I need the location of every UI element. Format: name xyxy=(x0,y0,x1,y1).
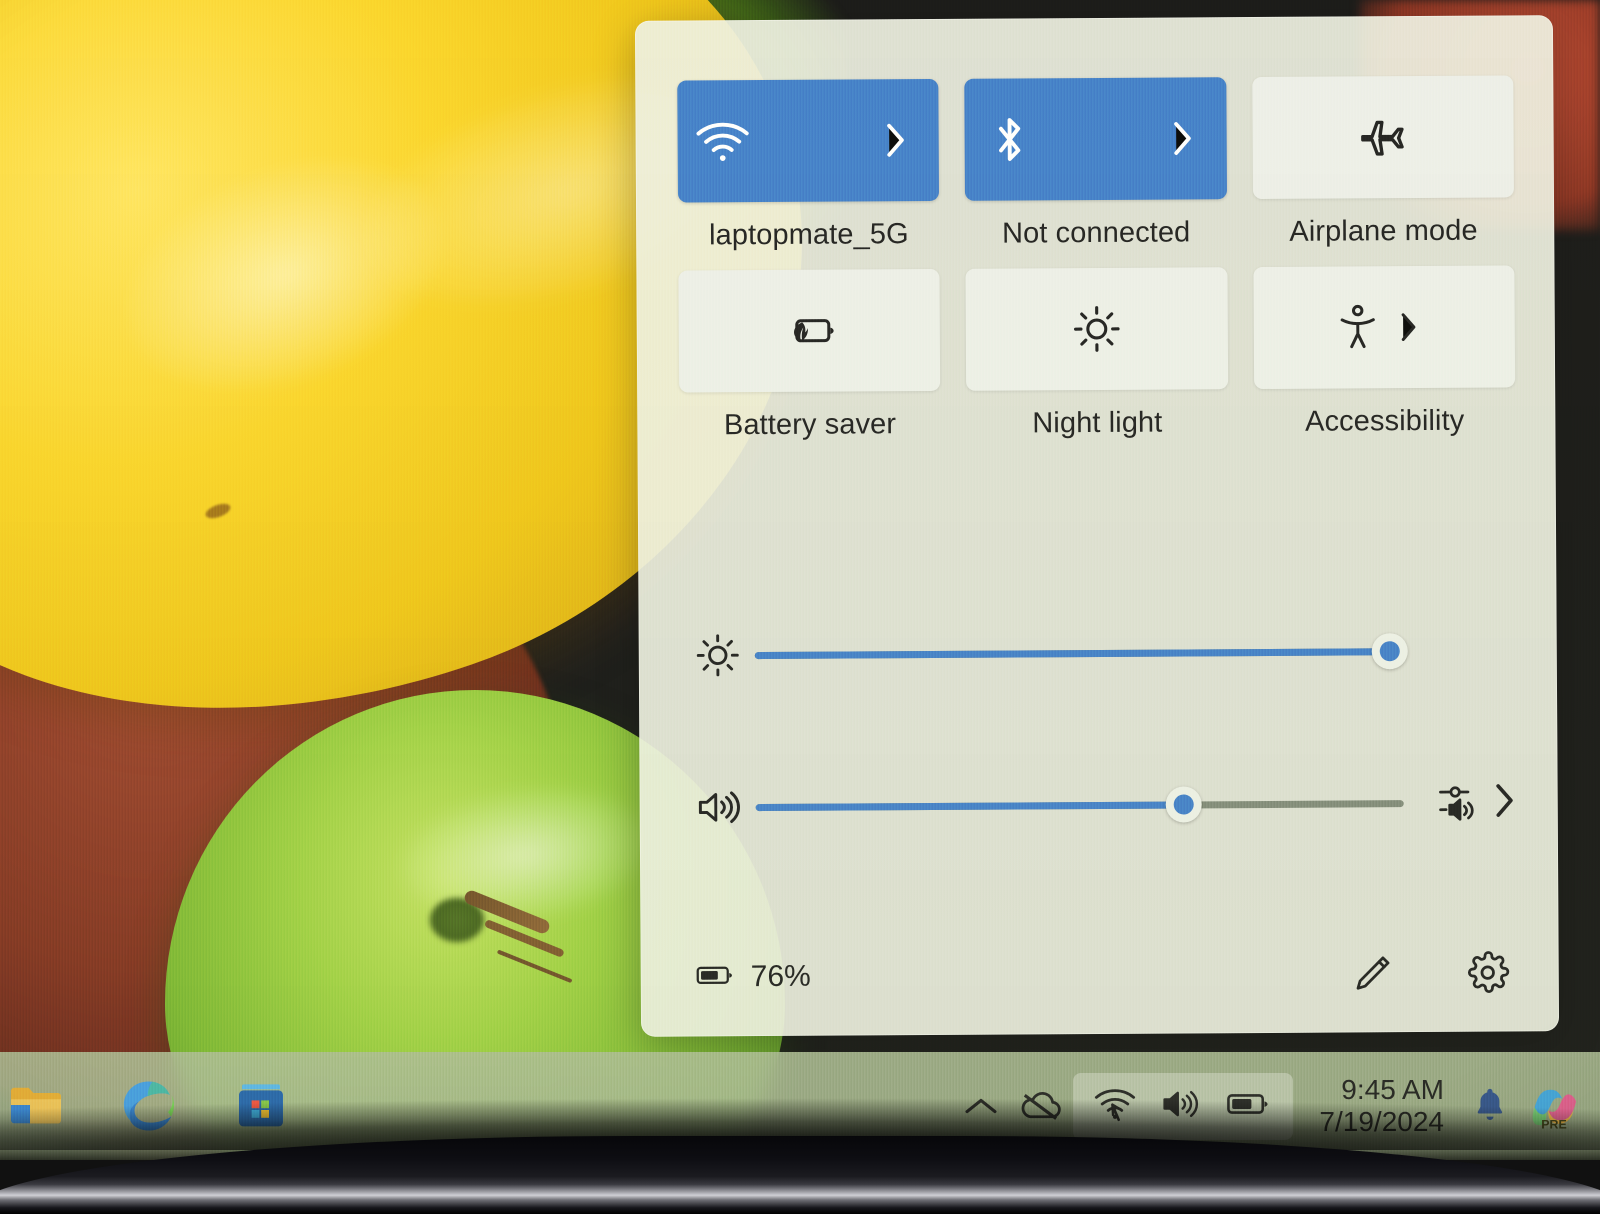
battery-status[interactable]: 76% xyxy=(695,960,811,995)
quick-settings-panel: laptopmate_5G Not connected Airplane mod… xyxy=(634,15,1560,1037)
edit-pencil-icon[interactable] xyxy=(1351,951,1395,995)
quick-tile-label-battery-saver: Battery saver xyxy=(723,408,897,442)
tile-cell-wifi: laptopmate_5G xyxy=(677,78,940,253)
quick-tile-battery-saver[interactable] xyxy=(678,268,941,393)
chevron-right-icon[interactable] xyxy=(1164,118,1198,158)
bluetooth-icon xyxy=(979,113,1039,165)
volume-slider-thumb[interactable] xyxy=(1165,786,1202,823)
quick-tile-label-wifi: laptopmate_5G xyxy=(708,218,909,252)
volume-slider-fill xyxy=(755,800,1184,811)
tile-cell-battery-saver: Battery saver xyxy=(678,268,941,443)
quick-tile-airplane-mode[interactable] xyxy=(1251,75,1515,200)
battery-percent-label: 76% xyxy=(750,959,811,994)
taskbar-clock[interactable]: 9:45 AM 7/19/2024 xyxy=(1293,1074,1462,1138)
battery-icon[interactable] xyxy=(1225,1089,1273,1124)
quick-settings-tile-grid: laptopmate_5G Not connected Airplane mod… xyxy=(677,75,1516,443)
copilot-badge-text: PRE xyxy=(1541,1117,1566,1131)
tile-cell-accessibility: Accessibility xyxy=(1253,265,1516,439)
chevron-right-icon[interactable] xyxy=(1492,780,1516,825)
quick-tile-bluetooth[interactable] xyxy=(964,77,1227,201)
volume-icon xyxy=(682,785,756,829)
brightness-slider[interactable] xyxy=(754,631,1408,675)
microsoft-store-icon[interactable] xyxy=(232,1077,290,1135)
brightness-slider-row xyxy=(681,615,1517,690)
quick-tile-label-accessibility: Accessibility xyxy=(1304,404,1465,438)
notification-bell-icon[interactable] xyxy=(1462,1086,1518,1126)
tray-status-group[interactable] xyxy=(1073,1072,1294,1140)
tile-cell-bluetooth: Not connected xyxy=(964,77,1227,251)
brightness-slider-trailing xyxy=(1403,650,1517,651)
quick-tile-label-night-light: Night light xyxy=(1032,406,1163,440)
clock-date: 7/19/2024 xyxy=(1319,1106,1444,1137)
quick-tile-accessibility[interactable] xyxy=(1253,265,1516,390)
wifi-icon xyxy=(692,118,752,164)
tile-cell-night-light: Night light xyxy=(965,267,1228,441)
brightness-slider-fill xyxy=(754,647,1390,659)
chevron-right-icon[interactable] xyxy=(877,120,911,160)
quick-tile-label-bluetooth: Not connected xyxy=(1001,216,1191,250)
chevron-right-icon[interactable] xyxy=(1395,310,1421,344)
laptop-screen: laptopmate_5G Not connected Airplane mod… xyxy=(0,0,1600,1160)
battery-icon xyxy=(695,962,737,993)
volume-slider-trailing xyxy=(1404,778,1518,828)
brightness-sun-icon xyxy=(681,632,755,678)
quick-tile-label-airplane-mode: Airplane mode xyxy=(1289,214,1478,248)
clock-time: 9:45 AM xyxy=(1341,1074,1444,1106)
file-explorer-icon[interactable] xyxy=(8,1077,66,1135)
audio-output-selector-icon[interactable] xyxy=(1436,778,1486,827)
tile-cell-airplane: Airplane mode xyxy=(1251,75,1515,249)
wifi-icon[interactable] xyxy=(1093,1085,1137,1128)
show-hidden-icons-chevron[interactable] xyxy=(953,1093,1009,1119)
quick-settings-footer: 76% xyxy=(640,913,1559,1037)
battery-leaf-icon xyxy=(781,314,837,348)
volume-slider-row xyxy=(681,767,1517,842)
footer-actions xyxy=(1351,949,1511,996)
volume-icon[interactable] xyxy=(1159,1086,1203,1127)
quick-tile-wifi[interactable] xyxy=(677,78,940,203)
brightness-slider-thumb[interactable] xyxy=(1371,633,1408,670)
onedrive-offline-icon[interactable] xyxy=(1009,1089,1073,1123)
brightness-sun-icon xyxy=(1072,304,1122,354)
airplane-icon xyxy=(1356,112,1410,162)
settings-gear-icon[interactable] xyxy=(1465,949,1511,995)
quick-tile-night-light[interactable] xyxy=(965,267,1228,391)
copilot-icon[interactable]: PRE xyxy=(1518,1078,1590,1134)
taskbar-apps xyxy=(0,1052,290,1160)
volume-slider[interactable] xyxy=(755,783,1404,827)
accessibility-icon xyxy=(1335,302,1381,352)
edge-icon[interactable] xyxy=(120,1077,178,1135)
